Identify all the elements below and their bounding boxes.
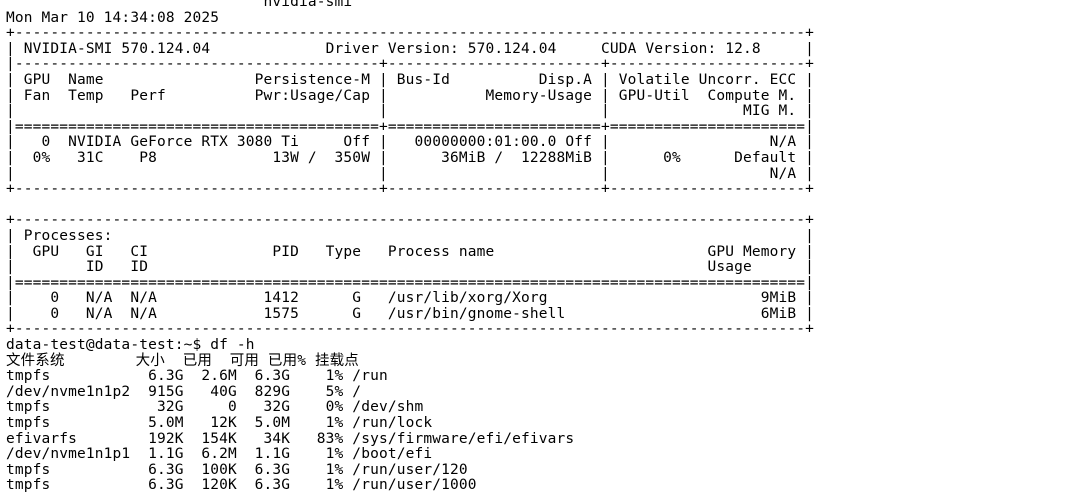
- df-row: tmpfs 5.0M 12K 5.0M 1% /run/lock: [6, 415, 433, 432]
- smi-version-row: | NVIDIA-SMI 570.124.04 Driver Version: …: [6, 40, 815, 57]
- process-row: | 0 N/A N/A 1412 G /usr/lib/xorg/Xorg 9M…: [6, 290, 815, 307]
- processes-separator: |=======================================…: [6, 274, 815, 291]
- smi-gpu-row-3: | | | N/A |: [6, 165, 815, 182]
- processes-header-2: | ID ID Usage |: [6, 259, 815, 276]
- smi-header-row-2: | Fan Temp Perf Pwr:Usage/Cap | Memory-U…: [6, 87, 815, 104]
- processes-border-top: +---------------------------------------…: [6, 212, 815, 229]
- process-row: | 0 N/A N/A 1575 G /usr/bin/gnome-shell …: [6, 305, 815, 322]
- smi-border-bottom: +---------------------------------------…: [6, 181, 815, 198]
- smi-divider: |---------------------------------------…: [6, 56, 815, 73]
- df-row: tmpfs 6.3G 2.6M 6.3G 1% /run: [6, 368, 388, 385]
- df-row: tmpfs 6.3G 120K 6.3G 1% /run/user/1000: [6, 477, 477, 494]
- smi-gpu-row-2: | 0% 31C P8 13W / 350W | 36MiB / 12288Mi…: [6, 149, 815, 166]
- smi-border-top: +---------------------------------------…: [6, 25, 815, 42]
- smi-gpu-row-1: | 0 NVIDIA GeForce RTX 3080 Ti Off | 000…: [6, 134, 815, 151]
- smi-header-row-1: | GPU Name Persistence-M | Bus-Id Disp.A…: [6, 71, 815, 88]
- processes-header-1: | GPU GI CI PID Type Process name GPU Me…: [6, 243, 815, 260]
- terminal-line-timestamp: Mon Mar 10 14:34:08 2025: [6, 9, 220, 26]
- terminal-window[interactable]: nvidia-smi Mon Mar 10 14:34:08 2025 +---…: [0, 0, 1080, 504]
- smi-header-separator: |=======================================…: [6, 118, 815, 135]
- df-row: tmpfs 6.3G 100K 6.3G 1% /run/user/120: [6, 461, 468, 478]
- smi-header-row-3: | | | MIG M. |: [6, 103, 815, 120]
- shell-prompt-df: data-test@data-test:~$ df -h: [6, 337, 255, 354]
- df-row: efivarfs 192K 154K 34K 83% /sys/firmware…: [6, 430, 575, 447]
- df-header-row: 文件系统 大小 已用 可用 已用% 挂载点: [6, 352, 359, 369]
- df-row: /dev/nvme1n1p2 915G 40G 829G 5% /: [6, 383, 362, 400]
- processes-border-bottom: +---------------------------------------…: [6, 321, 815, 338]
- df-row: tmpfs 32G 0 32G 0% /dev/shm: [6, 399, 424, 416]
- processes-title: | Processes: |: [6, 227, 815, 244]
- df-row: /dev/nvme1n1p1 1.1G 6.2M 1.1G 1% /boot/e…: [6, 446, 433, 463]
- terminal-line-command: nvidia-smi: [6, 0, 353, 10]
